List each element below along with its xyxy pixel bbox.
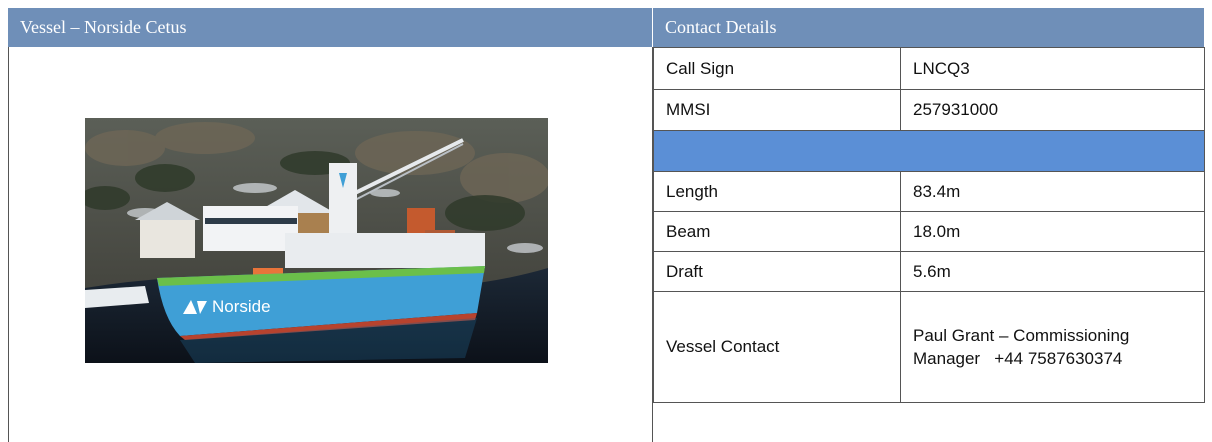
section-divider xyxy=(653,130,1205,172)
contact-details-title: Contact Details xyxy=(653,8,1204,47)
table-row: Vessel Contact Paul Grant – Commissionin… xyxy=(653,291,1205,403)
vessel-photo: Norside xyxy=(85,118,548,363)
vessel-contact-label: Vessel Contact xyxy=(653,291,901,403)
table-row: Length 83.4m xyxy=(653,171,1205,212)
table-row: MMSI 257931000 xyxy=(653,89,1205,131)
table-row: Call Sign LNCQ3 xyxy=(653,47,1205,90)
hull-name-text: Norside xyxy=(212,297,271,316)
vessel-photo-panel: Norside xyxy=(8,47,653,442)
mmsi-label: MMSI xyxy=(653,89,901,131)
vessel-title: Vessel – Norside Cetus xyxy=(8,8,653,47)
vessel-specs-table: Call Sign LNCQ3 MMSI 257931000 Length 83… xyxy=(653,47,1205,403)
draft-label: Draft xyxy=(653,251,901,292)
beam-label: Beam xyxy=(653,211,901,252)
draft-value: 5.6m xyxy=(900,251,1205,292)
call-sign-label: Call Sign xyxy=(653,47,901,90)
length-label: Length xyxy=(653,171,901,212)
call-sign-value: LNCQ3 xyxy=(900,47,1205,90)
table-row: Draft 5.6m xyxy=(653,251,1205,292)
mmsi-value: 257931000 xyxy=(900,89,1205,131)
vessel-contact-value: Paul Grant – Commissioning Manager +44 7… xyxy=(900,291,1205,403)
beam-value: 18.0m xyxy=(900,211,1205,252)
length-value: 83.4m xyxy=(900,171,1205,212)
section-divider-row xyxy=(653,130,1205,172)
table-row: Beam 18.0m xyxy=(653,211,1205,252)
vessel-card: Vessel – Norside Cetus Contact Details N… xyxy=(8,8,1205,442)
